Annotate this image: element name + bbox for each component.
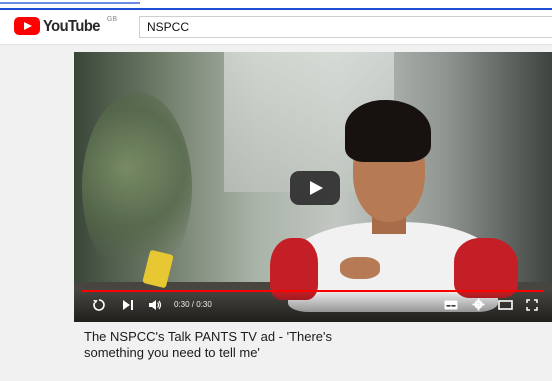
region-code: GB <box>106 16 117 23</box>
video-frame-boy-hair <box>345 100 431 162</box>
youtube-logo[interactable]: YouTube GB <box>14 16 117 37</box>
player-controls: 0:30 / 0:30 <box>74 290 552 322</box>
time-display: 0:30 / 0:30 <box>174 300 212 309</box>
masthead: YouTube GB <box>0 10 552 45</box>
logo-text: YouTube <box>43 18 100 35</box>
subtitles-icon[interactable] <box>444 300 458 310</box>
search-input[interactable] <box>139 16 552 38</box>
fullscreen-icon[interactable] <box>526 299 538 311</box>
settings-icon[interactable] <box>472 298 485 311</box>
play-button[interactable] <box>290 171 340 205</box>
video-title: The NSPCC's Talk PANTS TV ad - 'There's … <box>84 329 333 360</box>
youtube-play-icon <box>14 17 40 35</box>
video-frame-boy-hand <box>340 257 380 279</box>
video-player[interactable]: 0:30 / 0:30 <box>74 52 552 322</box>
video-frame-boy-sleeve-right <box>454 238 518 298</box>
video-frame-plant <box>82 92 192 282</box>
volume-icon[interactable] <box>148 299 162 311</box>
next-icon[interactable] <box>122 300 134 310</box>
progress-fill <box>82 290 544 292</box>
theater-mode-icon[interactable] <box>498 300 513 310</box>
progress-bar[interactable] <box>82 290 544 292</box>
browser-top-strip <box>0 0 552 10</box>
replay-icon[interactable] <box>92 298 106 312</box>
